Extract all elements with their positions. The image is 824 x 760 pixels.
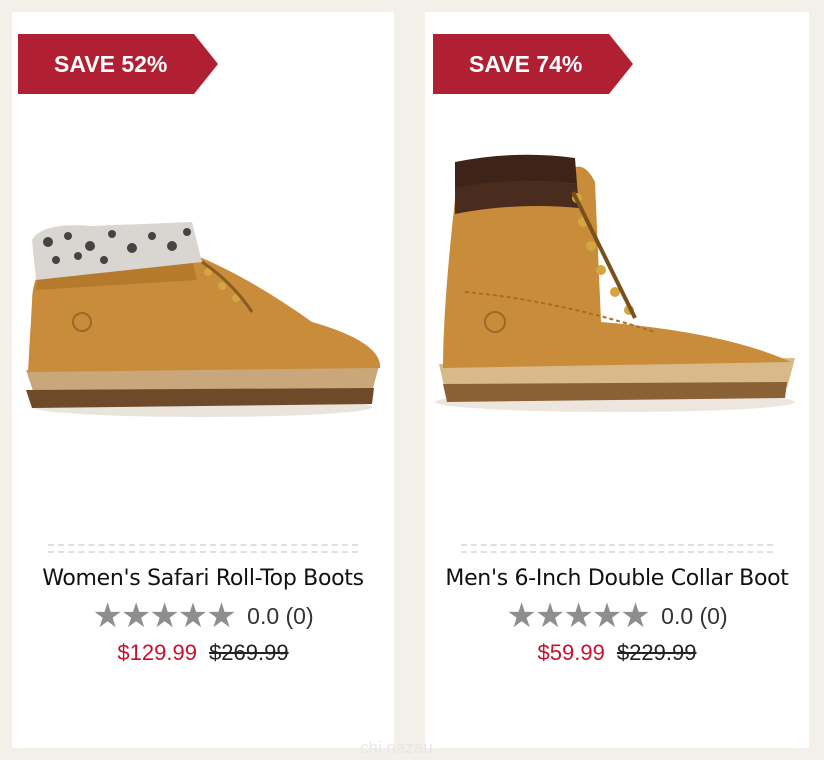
sale-price: $129.99 [117, 640, 197, 665]
price: $59.99 $229.99 [425, 640, 809, 666]
rating-stars: ★★★★★ [92, 597, 236, 635]
rating[interactable]: ★★★★★ 0.0 (0) [425, 596, 809, 636]
original-price: $269.99 [209, 640, 289, 665]
divider [48, 544, 358, 553]
rating-value: 0.0 (0) [247, 602, 314, 629]
rating-stars: ★★★★★ [506, 597, 650, 635]
discount-badge: SAVE 52% [18, 34, 218, 94]
watermark: chi nazau [360, 738, 433, 757]
discount-badge: SAVE 74% [433, 34, 633, 94]
sale-price: $59.99 [537, 640, 605, 665]
product-card-mens-double-collar[interactable]: SAVE 74% Men's 6-Inch Double Collar Boot… [425, 12, 809, 748]
product-image[interactable] [12, 122, 394, 442]
product-card-womens-safari[interactable]: SAVE 52% Women's Safari Roll-Top Boots ★… [12, 12, 394, 748]
price: $129.99 $269.99 [12, 640, 394, 666]
divider [461, 544, 773, 553]
product-image[interactable] [425, 122, 809, 442]
product-name[interactable]: Men's 6-Inch Double Collar Boot [425, 566, 809, 591]
product-name[interactable]: Women's Safari Roll-Top Boots [12, 566, 394, 591]
original-price: $229.99 [616, 640, 697, 665]
rating[interactable]: ★★★★★ 0.0 (0) [12, 596, 394, 636]
rating-value: 0.0 (0) [661, 602, 728, 629]
